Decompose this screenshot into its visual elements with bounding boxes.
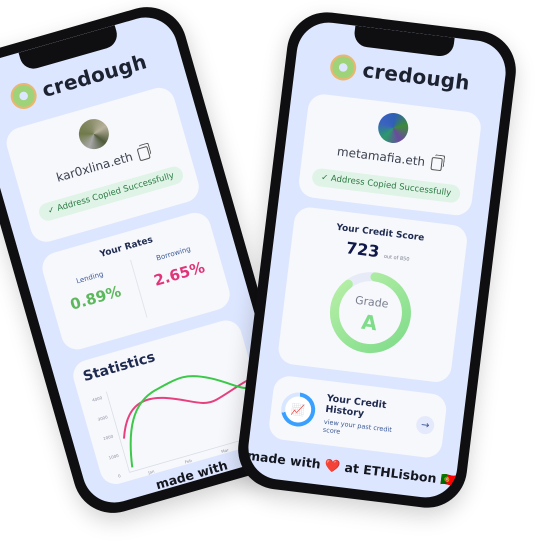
check-icon: ✓ xyxy=(46,204,57,217)
avatar xyxy=(75,115,113,153)
x-tick: Jan xyxy=(147,468,156,475)
y-tick: 3000 xyxy=(97,414,109,422)
copy-icon[interactable] xyxy=(430,156,443,171)
copy-icon[interactable] xyxy=(136,145,151,161)
brand-logo: credough xyxy=(294,49,506,100)
credit-score-max: out of 850 xyxy=(383,253,410,263)
wallet-name: metamafia.eth xyxy=(336,144,426,170)
y-tick: 1000 xyxy=(108,453,120,461)
copied-badge: ✓ Address Copied Successfully xyxy=(311,167,462,204)
x-tick: Feb xyxy=(184,458,193,465)
right-phone: credough metamafia.eth ✓ Address Copied … xyxy=(233,7,521,513)
x-tick: Mar xyxy=(221,447,230,454)
arrow-right-icon[interactable]: → xyxy=(415,415,436,436)
credit-score-card: Your Credit Score 723 out of 850 Grade A xyxy=(276,205,469,384)
y-tick: 0 xyxy=(117,473,121,479)
y-tick: 2000 xyxy=(103,433,115,441)
brand-name: credough xyxy=(361,57,472,95)
y-tick: 4000 xyxy=(92,395,104,403)
history-text: Your Credit History view your past credi… xyxy=(322,392,408,443)
credit-score-value: 723 xyxy=(344,238,381,262)
right-phone-screen: credough metamafia.eth ✓ Address Copied … xyxy=(244,18,510,502)
wallet-name: kar0xlina.eth xyxy=(54,149,135,185)
profile-card: metamafia.eth ✓ Address Copied Successfu… xyxy=(297,92,483,218)
grade-ring: Grade A xyxy=(330,272,412,354)
grade-value: A xyxy=(360,310,379,336)
copied-text: Address Copied Successfully xyxy=(330,173,452,199)
grade-label: Grade xyxy=(354,294,389,311)
donut-icon xyxy=(7,79,40,113)
credit-history-card[interactable]: 📈 Your Credit History view your past cre… xyxy=(267,374,448,460)
donut-icon xyxy=(328,52,358,82)
avatar xyxy=(376,111,410,145)
history-chart-icon: 📈 xyxy=(279,390,318,429)
phone-notch xyxy=(352,25,455,58)
check-icon: ✓ xyxy=(320,172,329,184)
